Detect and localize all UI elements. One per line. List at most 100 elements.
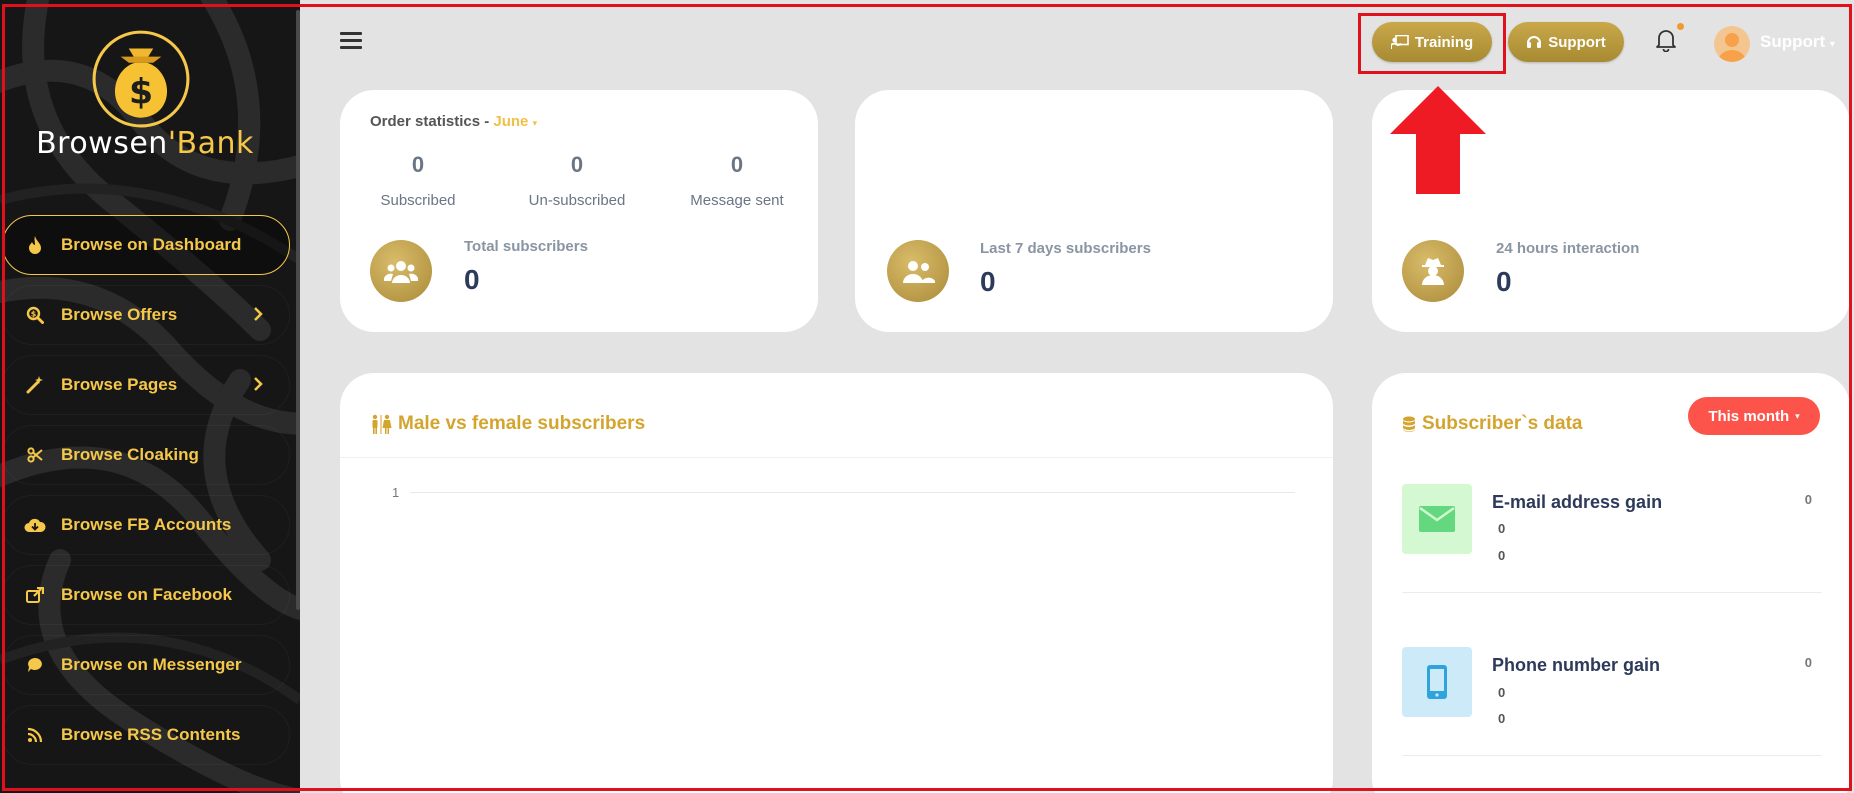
card-divider (340, 457, 1333, 458)
gender-chart-card: Male vs female subscribers 1 (340, 373, 1333, 793)
sidebar-item-label: Browse on Dashboard (61, 235, 242, 254)
email-gain-count: 0 (1804, 492, 1812, 507)
svg-text:$: $ (31, 310, 37, 319)
sidebar-item-pages[interactable]: Browse Pages (2, 355, 290, 415)
kpi-label: Subscribed (380, 192, 456, 209)
envelope-icon (1402, 484, 1472, 554)
sidebar-item-label: Browse Cloaking (61, 445, 199, 464)
subscriber-data-title: Subscriber`s data (1402, 413, 1583, 435)
kpi-label: Message sent (690, 192, 784, 209)
phone-gain-row: Phone number gain 0 0 0 (1402, 647, 1822, 757)
search-dollar-icon: $ (23, 303, 47, 327)
sidebar-item-label: Browse on Messenger (61, 655, 242, 674)
kpi-value: 0 (730, 152, 744, 177)
user-secret-icon (1402, 240, 1464, 302)
phone-gain-sub-value: 0 (1498, 685, 1506, 700)
phone-gain-count: 0 (1804, 655, 1812, 670)
rss-icon (23, 723, 47, 747)
avatar[interactable] (1714, 26, 1750, 62)
last-7-days-label: Last 7 days subscribers (980, 240, 1151, 257)
order-statistics-label: Order statistics - (370, 113, 494, 130)
support-button-label: Support (1548, 33, 1606, 51)
restroom-icon (372, 414, 392, 434)
users-icon (370, 240, 432, 302)
sidebar-item-label: Browse Offers (61, 305, 178, 324)
chart-y-tick: 1 (392, 485, 400, 500)
sidebar-item-offers[interactable]: $ Browse Offers (2, 285, 290, 345)
users-icon (887, 240, 949, 302)
order-statistics-title: Order statistics - June ▾ (370, 113, 537, 130)
svg-text:$: $ (129, 73, 153, 113)
last-7-days-value: 0 (980, 266, 996, 297)
support-button[interactable]: Support (1508, 22, 1624, 62)
kpi-label: Un-subscribed (528, 192, 626, 209)
sidebar: $ Browsen'Bank Browse on Dashboard $ Bro… (0, 0, 300, 793)
sidebar-item-dashboard[interactable]: Browse on Dashboard (2, 215, 290, 275)
month-dropdown[interactable]: June ▾ (493, 113, 537, 130)
email-gain-row: E-mail address gain 0 0 0 (1402, 484, 1822, 594)
fire-icon (23, 233, 47, 257)
user-avatar-icon (1718, 33, 1746, 62)
caret-down-icon: ▾ (1795, 410, 1800, 421)
gender-chart-title-text: Male vs female subscribers (398, 413, 646, 434)
scissors-icon (23, 443, 47, 467)
sidebar-nav: Browse on Dashboard $ Browse Offers Brow… (0, 215, 292, 775)
period-filter-dropdown[interactable]: This month ▾ (1688, 397, 1820, 435)
money-bag-icon: $ (92, 30, 190, 128)
email-gain-title: E-mail address gain (1492, 492, 1663, 512)
magic-wand-icon (23, 373, 47, 397)
mobile-phone-icon (1402, 647, 1472, 717)
brand-logo-text: Browsen'Bank (0, 126, 290, 161)
sidebar-scrollbar[interactable] (296, 10, 300, 610)
share-external-icon (23, 583, 47, 607)
kpi-value: 0 (570, 152, 584, 177)
cloud-download-icon (23, 513, 47, 537)
database-icon (1403, 416, 1415, 432)
last-7-days-card: Last 7 days subscribers 0 (855, 90, 1333, 332)
training-highlight-box (1358, 13, 1506, 74)
email-gain-sub-value: 0 (1498, 548, 1506, 563)
row-divider (1402, 755, 1822, 756)
phone-gain-title: Phone number gain (1492, 655, 1661, 675)
sidebar-item-label: Browse RSS Contents (61, 725, 241, 744)
email-gain-sub-value: 0 (1498, 521, 1506, 536)
sidebar-item-rss[interactable]: Browse RSS Contents (2, 705, 290, 765)
gender-chart-title: Male vs female subscribers (370, 413, 645, 435)
sidebar-item-label: Browse on Facebook (61, 585, 232, 604)
subscriber-data-title-text: Subscriber`s data (1422, 413, 1583, 434)
caret-down-icon: ▾ (532, 118, 538, 128)
total-subscribers-label: Total subscribers (464, 238, 588, 255)
row-divider (1402, 592, 1822, 593)
sidebar-item-label: Browse FB Accounts (61, 515, 232, 534)
brand-name-part2: 'Bank (167, 126, 254, 161)
chevron-right-icon (254, 307, 263, 321)
sidebar-item-label: Browse Pages (61, 375, 178, 394)
menu-toggle-button[interactable] (340, 32, 362, 50)
month-value: June (493, 113, 529, 130)
user-menu-toggle[interactable]: Support ▾ (1760, 32, 1835, 52)
sidebar-item-messenger[interactable]: Browse on Messenger (2, 635, 290, 695)
24-hours-value: 0 (1496, 266, 1512, 297)
notification-dot (1677, 23, 1684, 30)
user-name: Support (1760, 32, 1826, 51)
chart-gridline (410, 492, 1295, 493)
sidebar-item-fb-accounts[interactable]: Browse FB Accounts (2, 495, 290, 555)
kpi-subscribed: 0 Subscribed (343, 152, 493, 209)
period-filter-label: This month (1708, 407, 1790, 425)
24-hours-label: 24 hours interaction (1496, 240, 1640, 257)
chevron-right-icon (254, 377, 263, 391)
total-subscribers-value: 0 (464, 264, 480, 295)
headset-icon (1527, 36, 1542, 48)
sidebar-item-facebook[interactable]: Browse on Facebook (2, 565, 290, 625)
caret-down-icon: ▾ (1829, 39, 1835, 50)
order-statistics-card: Order statistics - June ▾ 0 Subscribed 0… (340, 90, 818, 332)
arrow-up-icon (1390, 86, 1486, 194)
kpi-message-sent: 0 Message sent (662, 152, 812, 209)
kpi-unsubscribed: 0 Un-subscribed (502, 152, 652, 209)
kpi-value: 0 (411, 152, 425, 177)
bell-icon[interactable] (1655, 28, 1677, 52)
chat-bubble-icon (23, 653, 47, 677)
brand-name-part1: Browsen (36, 126, 168, 161)
sidebar-item-cloaking[interactable]: Browse Cloaking (2, 425, 290, 485)
subscriber-data-card: Subscriber`s data This month ▾ E-mail ad… (1372, 373, 1850, 793)
